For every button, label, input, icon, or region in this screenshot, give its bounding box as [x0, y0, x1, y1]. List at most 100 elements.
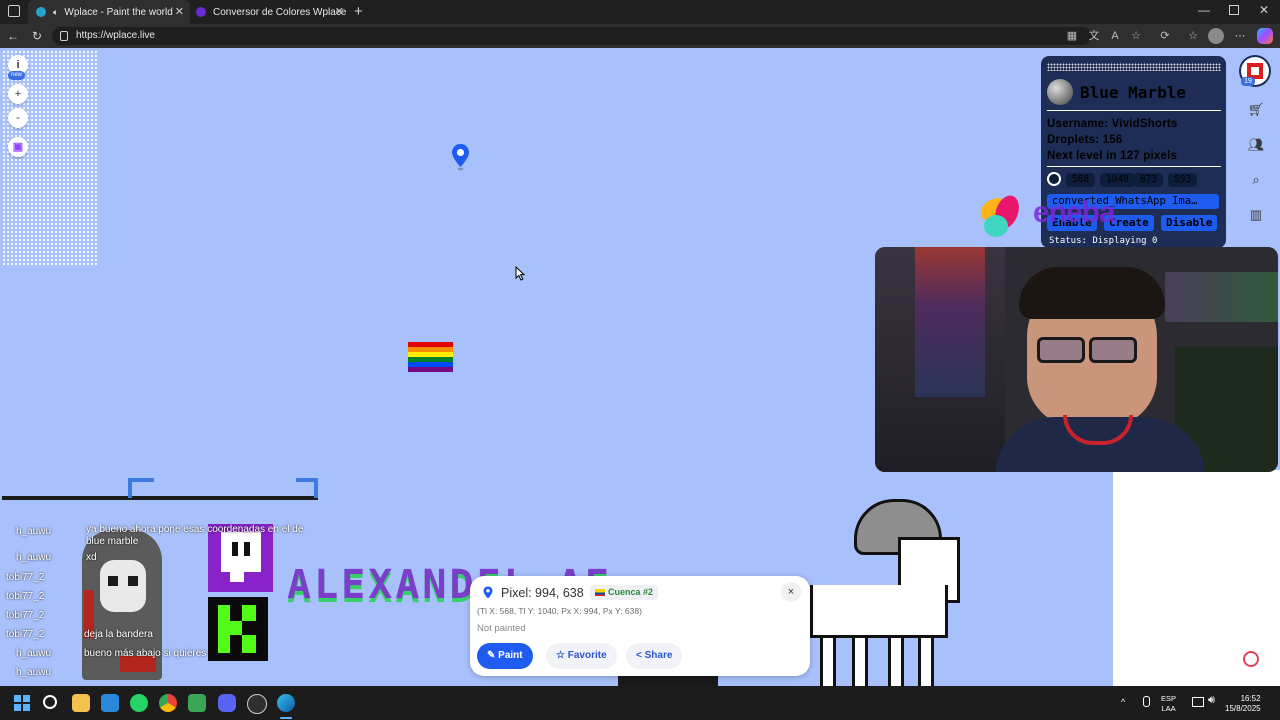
artwork-frame-right — [296, 478, 318, 498]
more-menu-icon[interactable]: ⋯ — [1233, 29, 1247, 43]
network-icon[interactable] — [1192, 697, 1204, 707]
tab-conversor[interactable]: Conversor de Colores Wplace ✕ — [188, 0, 350, 24]
share-icon: < — [636, 650, 645, 661]
url-field[interactable] — [52, 27, 1092, 45]
panel-divider — [1047, 110, 1221, 111]
chat-username: tobi77_2 — [6, 610, 45, 621]
collections-icon[interactable]: ☆ — [1186, 29, 1200, 43]
copilot-icon[interactable] — [1257, 28, 1273, 44]
extensions-icon[interactable]: ⟳ — [1158, 29, 1172, 43]
translate-icon[interactable]: 文 — [1087, 29, 1101, 43]
search-location-icon[interactable]: ⌕ — [1245, 169, 1267, 191]
chrome-icon[interactable] — [159, 694, 177, 712]
close-window-button[interactable]: ✕ — [1259, 3, 1269, 17]
map-pin-icon[interactable] — [451, 143, 470, 171]
refresh-button[interactable]: ↻ — [30, 29, 44, 43]
whatsapp-icon[interactable] — [130, 694, 148, 712]
back-button[interactable]: ← — [6, 29, 20, 43]
windows-start-icon[interactable] — [14, 695, 30, 711]
chat-username: h_auwu — [16, 526, 52, 537]
clock-time: 16:52 — [1240, 694, 1261, 703]
coord-tile-y-input[interactable]: 1040 — [1100, 173, 1135, 187]
coord-px-x-input[interactable]: 873 — [1134, 173, 1164, 187]
artwork-frame-left — [128, 478, 154, 498]
profile-avatar[interactable] — [1208, 28, 1224, 44]
share-button-label: Share — [644, 650, 673, 661]
my-location-icon[interactable] — [1243, 651, 1259, 667]
clock[interactable]: 16:52 15/8/2025 — [1225, 694, 1261, 714]
next-level-text: Next level in 127 pixels — [1047, 150, 1178, 162]
region-badge[interactable]: Cuenca #2 — [590, 585, 659, 600]
language-indicator[interactable]: ESP LAA — [1161, 694, 1176, 714]
coord-tile-x-input[interactable]: 568 — [1066, 173, 1096, 187]
url-text[interactable]: https://wplace.live — [76, 30, 155, 41]
search-icon[interactable] — [43, 695, 57, 709]
droplets-text: Droplets: 156 — [1047, 134, 1123, 146]
minimize-button[interactable]: — — [1198, 3, 1210, 17]
coords-pin-button[interactable] — [1047, 172, 1061, 186]
twitch-button[interactable]: ▣ — [8, 137, 28, 157]
favorite-star-icon[interactable]: ☆ — [1129, 29, 1143, 43]
leaderboard-icon[interactable]: ▥ — [1245, 204, 1267, 226]
audio-icon[interactable]: 🔈︎ — [53, 7, 58, 18]
star-icon: ☆ — [556, 650, 568, 661]
tile-coordinates-text: (Tl X: 568, Tl Y: 1040, Px X: 994, Px Y:… — [477, 606, 642, 616]
clock-date: 15/8/2025 — [1225, 704, 1261, 713]
obs-icon[interactable] — [247, 694, 267, 714]
alliance-icon[interactable]: 👥︎ — [1245, 134, 1267, 156]
apps-icon[interactable]: ▦ — [1065, 29, 1079, 43]
chat-username: tobi77_2 — [6, 591, 45, 602]
eneba-wordmark: eneba — [1033, 196, 1116, 229]
rainbow-flag-pixelart — [408, 342, 453, 372]
status-text: Status: Displaying 0 — [1049, 236, 1158, 246]
paint-status-text: Not painted — [477, 623, 526, 634]
zoom-in-button[interactable]: + — [8, 84, 28, 104]
restore-button[interactable] — [1229, 5, 1239, 15]
tab-title: Wplace - Paint the world — [64, 6, 173, 18]
paint-button-label: Paint — [498, 650, 523, 661]
region-label: Cuenca #2 — [608, 587, 654, 597]
close-tab-icon[interactable]: ✕ — [175, 5, 184, 18]
pixelart-bottom-strip — [618, 676, 718, 686]
tab-actions-icon[interactable] — [8, 5, 20, 17]
edge-icon[interactable] — [277, 694, 295, 712]
discord-icon[interactable] — [218, 694, 236, 712]
pencil-icon: ✎ — [487, 650, 499, 661]
chat-message: xd — [86, 552, 97, 563]
file-explorer-icon[interactable] — [72, 694, 90, 712]
goat-pixelart — [790, 497, 970, 689]
chat-message: deja la bandera — [84, 629, 153, 640]
share-button[interactable]: < Share — [626, 643, 683, 669]
volume-icon[interactable]: 🔊︎ — [1208, 694, 1215, 707]
tray-chevron-icon[interactable]: ^ — [1121, 697, 1125, 707]
paint-button[interactable]: ✎ Paint — [477, 643, 533, 669]
conversor-favicon — [196, 7, 206, 17]
app-icon[interactable] — [188, 694, 206, 712]
panel-divider — [1047, 166, 1221, 167]
mouse-cursor — [515, 266, 525, 281]
artwork-black-line — [2, 496, 318, 500]
store-icon[interactable] — [101, 694, 119, 712]
store-cart-icon[interactable]: 🛒︎ — [1245, 99, 1267, 121]
zoom-out-button[interactable]: - — [8, 108, 28, 128]
site-info-icon[interactable] — [60, 31, 68, 41]
disable-button[interactable]: Disable — [1161, 215, 1218, 231]
active-app-indicator — [280, 717, 292, 719]
level-badge: 19 — [1241, 77, 1255, 86]
chat-username: h_auwu — [16, 667, 52, 678]
new-tab-button[interactable]: + — [354, 3, 363, 20]
close-tab-icon[interactable]: ✕ — [335, 5, 344, 18]
keyboard-layout: LAA — [1161, 704, 1176, 713]
chat-message: ya bueno ahora pone esas coordenadas en … — [86, 524, 304, 547]
tab-wplace[interactable]: 🔈︎ Wplace - Paint the world ✕ — [28, 0, 190, 24]
chat-username: tobi77_2 — [6, 572, 45, 583]
coord-px-y-input[interactable]: 593 — [1168, 173, 1198, 187]
close-popup-button[interactable]: × — [781, 582, 801, 602]
panel-drag-handle[interactable] — [1047, 63, 1221, 71]
chat-username: tobi77_2 — [6, 629, 45, 640]
favorite-button[interactable]: ☆ Favorite — [546, 643, 617, 669]
eneba-logo — [976, 192, 1028, 241]
read-aloud-icon[interactable]: A — [1108, 29, 1122, 43]
microphone-icon[interactable] — [1143, 696, 1150, 707]
pixel-coordinates-title: Pixel: 994, 638 — [501, 586, 584, 600]
